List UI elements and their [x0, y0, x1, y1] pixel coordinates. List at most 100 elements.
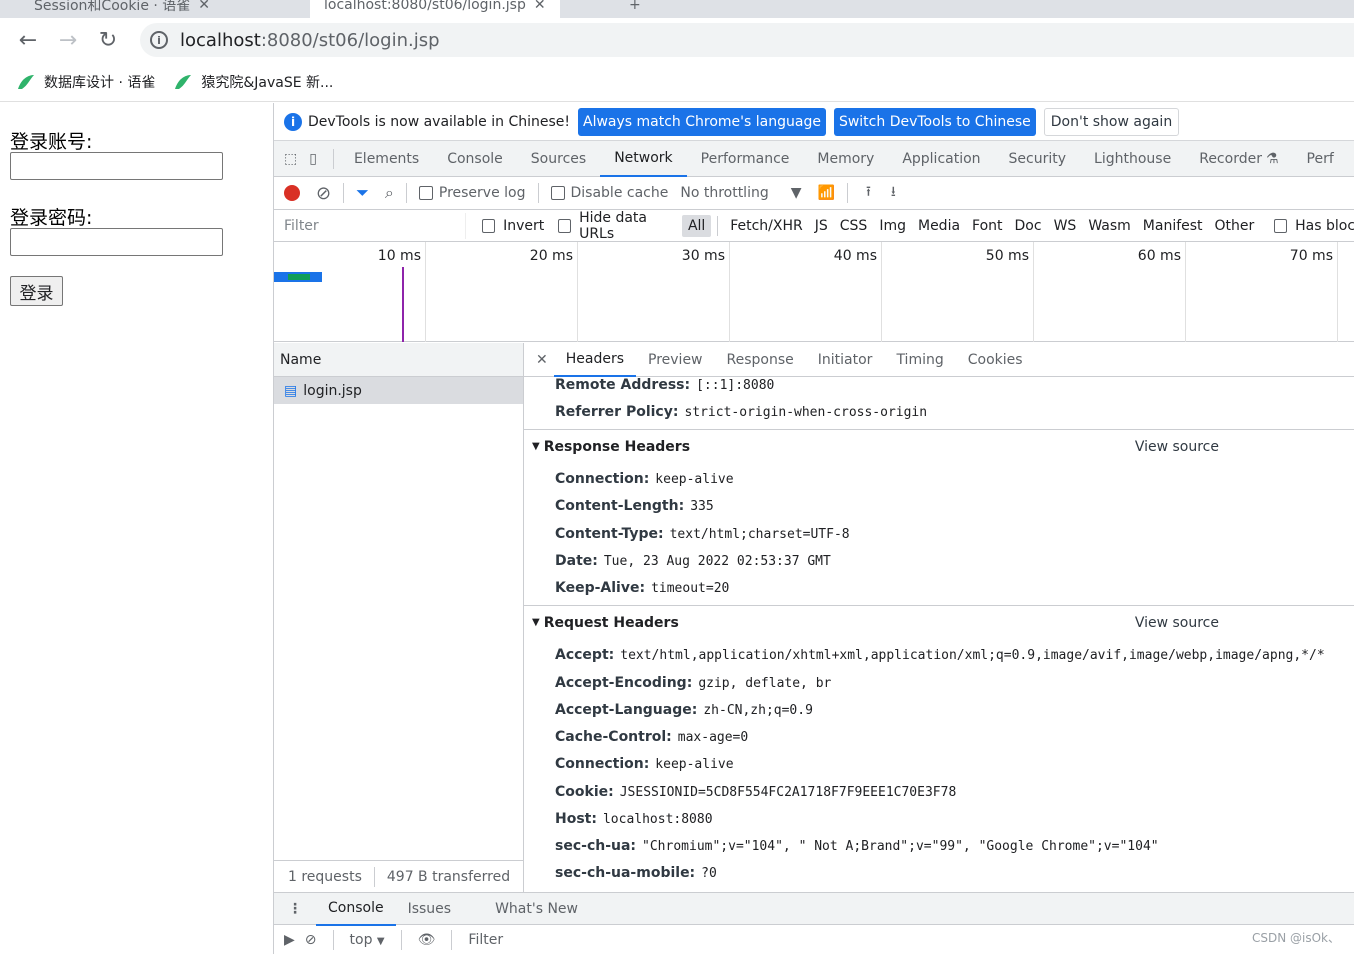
filter-funnel-icon[interactable]: ⏷ [356, 183, 369, 203]
address-bar[interactable]: i localhost:8080/st06/login.jsp [140, 23, 1354, 57]
network-conditions-icon[interactable]: 📶 [818, 185, 835, 201]
tab-whats-new[interactable]: What's New [483, 892, 590, 926]
divider [373, 866, 375, 887]
view-source-link[interactable]: View source [1135, 439, 1219, 455]
devtools-infobar: i DevTools is now available in Chinese! … [274, 103, 1354, 141]
dont-show-again-button[interactable]: Don't show again [1043, 107, 1180, 136]
bookmark-item[interactable]: 数据库设计 · 语雀 [16, 72, 155, 92]
back-arrow-icon[interactable]: ← [8, 20, 48, 60]
context-select[interactable]: top ▼ [350, 932, 385, 948]
forward-arrow-icon[interactable]: → [48, 20, 88, 60]
device-toolbar-icon[interactable]: ▯ [309, 151, 317, 167]
tab-lighthouse[interactable]: Lighthouse [1080, 141, 1185, 177]
browser-tab[interactable]: Session和Cookie · 语雀 ✕ [20, 0, 224, 18]
filter-type-js[interactable]: JS [809, 215, 834, 237]
response-headers-section[interactable]: ▼ Response Headers View source [524, 429, 1354, 463]
filter-type-all[interactable]: All [681, 214, 712, 237]
tab-cookies[interactable]: Cookies [956, 343, 1035, 377]
clear-icon[interactable]: ⊘ [305, 932, 317, 948]
watermark: CSDN @isOk、 [1251, 931, 1340, 945]
name-column-header[interactable]: Name [274, 343, 523, 377]
tab-security[interactable]: Security [995, 141, 1081, 177]
url-path: :8080/st06/login.jsp [260, 29, 440, 51]
filter-type-fetch-xhr[interactable]: Fetch/XHR [724, 215, 809, 237]
header-value: timeout=20 [651, 581, 730, 596]
inspect-element-icon[interactable]: ⬚ [284, 151, 297, 167]
filter-type-doc[interactable]: Doc [1009, 215, 1048, 237]
login-button[interactable]: 登录 [10, 276, 63, 306]
invert-checkbox[interactable] [482, 218, 496, 233]
request-count: 1 requests [288, 868, 362, 885]
header-key: Cookie: [555, 784, 614, 800]
url-host: localhost [180, 29, 261, 51]
sidebar-toggle-icon[interactable]: ▶︎ [284, 932, 295, 948]
tab-preview[interactable]: Preview [636, 343, 715, 377]
devtools-tabs: ⬚ ▯ Elements Console Sources Network Per… [274, 141, 1354, 177]
tab-issues[interactable]: Issues [396, 892, 464, 926]
browser-tab-title: localhost:8080/st06/login.jsp [324, 0, 526, 13]
view-source-link[interactable]: View source [1135, 615, 1219, 631]
more-options-icon[interactable]: ⋮ [274, 901, 316, 917]
request-list: Name ▤ login.jsp 1 requests 497 B transf… [274, 343, 524, 892]
tab-performance[interactable]: Performance [687, 141, 804, 177]
tab-application[interactable]: Application [888, 141, 994, 177]
network-filter-bar: Filter Invert Hide data URLs All Fetch/X… [274, 210, 1354, 242]
password-input[interactable] [10, 228, 223, 256]
filter-type-css[interactable]: CSS [834, 215, 874, 237]
tab-timing[interactable]: Timing [884, 343, 955, 377]
has-blocked-checkbox[interactable] [1274, 218, 1288, 233]
header-value: localhost:8080 [602, 812, 713, 827]
filter-type-manifest[interactable]: Manifest [1137, 215, 1209, 237]
filter-input[interactable]: Filter [276, 212, 467, 239]
match-language-button[interactable]: Always match Chrome's language [578, 107, 826, 136]
record-icon[interactable] [284, 185, 300, 201]
import-har-icon[interactable]: ⭱ [866, 181, 871, 205]
header-key: Host: [555, 811, 597, 827]
bookmark-item[interactable]: 猿究院&JavaSE 新... [173, 72, 333, 92]
header-value: JSESSIONID=5CD8F554FC2A1718F7F9EEE1C70E3… [619, 785, 957, 800]
tab-initiator[interactable]: Initiator [806, 343, 885, 377]
tab-console[interactable]: Console [433, 141, 517, 177]
switch-language-button[interactable]: Switch DevTools to Chinese [833, 107, 1036, 136]
close-icon[interactable]: ✕ [536, 352, 548, 368]
disable-cache-checkbox[interactable] [550, 186, 565, 200]
filter-type-wasm[interactable]: Wasm [1082, 215, 1136, 237]
eye-icon[interactable]: 👁 [418, 932, 436, 948]
hide-data-urls-checkbox[interactable] [558, 218, 572, 233]
network-timeline[interactable]: 10 ms 20 ms 30 ms 40 ms 50 ms 60 ms 70 m… [274, 242, 1354, 342]
search-icon[interactable]: ⌕ [385, 183, 394, 203]
reload-icon[interactable]: ↻ [88, 20, 128, 60]
tab-memory[interactable]: Memory [803, 141, 888, 177]
tab-response[interactable]: Response [715, 343, 806, 377]
close-icon[interactable]: ✕ [534, 0, 546, 13]
throttling-select[interactable]: No throttling ▼ [680, 185, 801, 201]
tab-network[interactable]: Network [600, 141, 687, 177]
console-filter-input[interactable]: Filter [468, 932, 503, 948]
filter-type-ws[interactable]: WS [1048, 215, 1083, 237]
tab-elements[interactable]: Elements [340, 141, 433, 177]
clear-icon[interactable]: ⊘ [316, 183, 331, 204]
export-har-icon[interactable]: ⭳ [891, 181, 896, 205]
timeline-tick: 40 ms [730, 242, 882, 342]
password-label: 登录密码: [10, 207, 93, 229]
preserve-log-checkbox[interactable] [418, 186, 433, 200]
close-icon[interactable]: ✕ [198, 0, 210, 13]
info-icon[interactable]: i [150, 31, 168, 49]
list-item[interactable]: ▤ login.jsp [274, 377, 523, 404]
tab-console[interactable]: Console [316, 892, 396, 926]
account-input[interactable] [10, 152, 223, 180]
tab-performance-insights[interactable]: Perf [1293, 141, 1348, 177]
browser-tab-active[interactable]: localhost:8080/st06/login.jsp ✕ [310, 0, 560, 18]
new-tab-icon[interactable]: + [615, 0, 655, 18]
request-headers-section[interactable]: ▼ Request Headers View source [524, 605, 1354, 639]
filter-type-other[interactable]: Other [1209, 215, 1261, 237]
filter-type-font[interactable]: Font [966, 215, 1008, 237]
tab-recorder[interactable]: Recorder ⚗ [1185, 141, 1292, 177]
header-value: keep-alive [655, 757, 734, 772]
filter-type-img[interactable]: Img [873, 215, 912, 237]
load-event-line [402, 267, 404, 342]
tab-headers[interactable]: Headers [553, 343, 637, 377]
header-row: Date: Tue, 23 Aug 2022 02:53:37 GMT [555, 553, 831, 569]
filter-type-media[interactable]: Media [912, 215, 966, 237]
tab-sources[interactable]: Sources [517, 141, 600, 177]
